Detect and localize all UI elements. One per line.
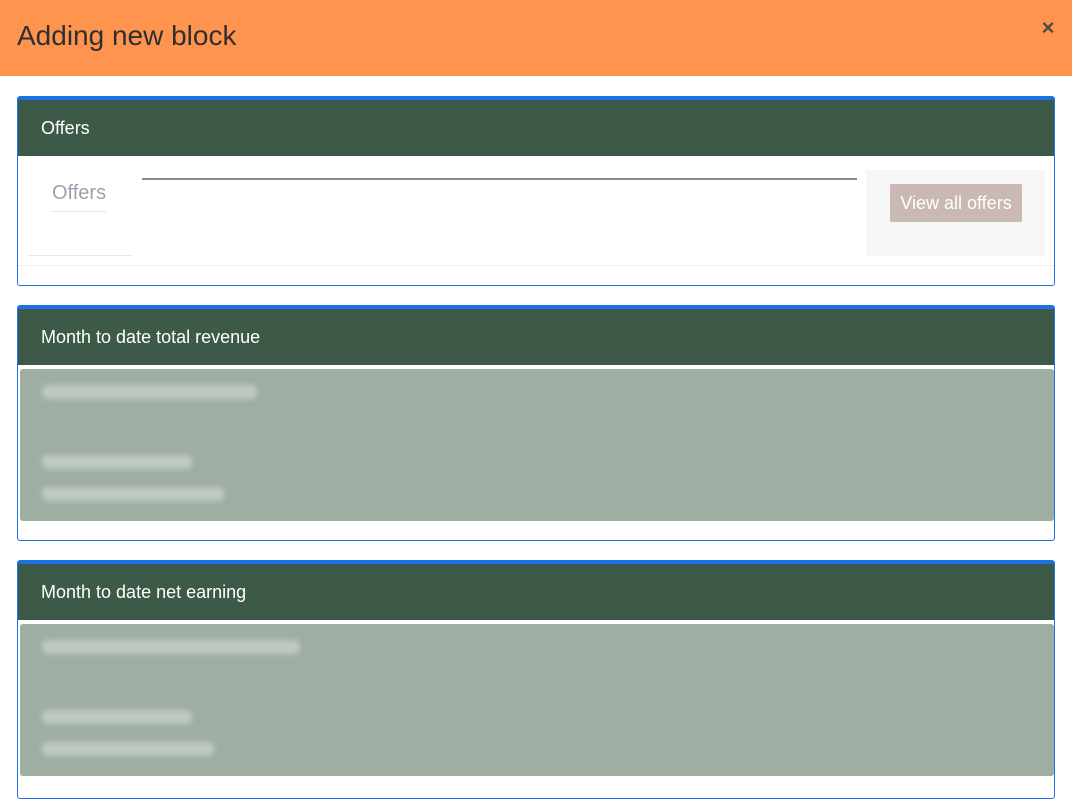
blurred-text xyxy=(42,742,214,756)
blurred-text xyxy=(42,640,300,654)
blurred-text xyxy=(42,455,192,469)
offers-divider xyxy=(142,178,857,180)
close-icon: × xyxy=(1041,15,1055,40)
offers-bottom-divider xyxy=(18,265,1054,266)
earning-block-body xyxy=(18,622,1054,792)
revenue-block[interactable]: Month to date total revenue xyxy=(17,305,1055,541)
earning-preview-panel xyxy=(20,624,1054,776)
tab-offers[interactable]: Offers xyxy=(52,182,107,212)
modal-header: Adding new block × xyxy=(0,0,1072,76)
blurred-text xyxy=(42,385,257,399)
tab-underline xyxy=(28,255,132,256)
revenue-block-title: Month to date total revenue xyxy=(18,309,1054,367)
earning-block-title: Month to date net earning xyxy=(18,564,1054,622)
offers-side-panel: View all offers xyxy=(866,170,1045,256)
earning-block[interactable]: Month to date net earning xyxy=(17,560,1055,799)
offers-block-body: Offers View all offers xyxy=(18,158,1054,284)
blurred-text xyxy=(42,710,192,724)
view-all-offers-button[interactable]: View all offers xyxy=(890,184,1022,222)
offers-block-title: Offers xyxy=(18,100,1054,158)
revenue-block-body xyxy=(18,367,1054,537)
blurred-text xyxy=(42,487,224,501)
close-button[interactable]: × xyxy=(1038,16,1058,40)
add-block-modal: Adding new block × Offers Offers View al… xyxy=(0,0,1072,806)
offers-block[interactable]: Offers Offers View all offers xyxy=(17,96,1055,286)
modal-title: Adding new block xyxy=(17,20,237,51)
revenue-preview-panel xyxy=(20,369,1054,521)
